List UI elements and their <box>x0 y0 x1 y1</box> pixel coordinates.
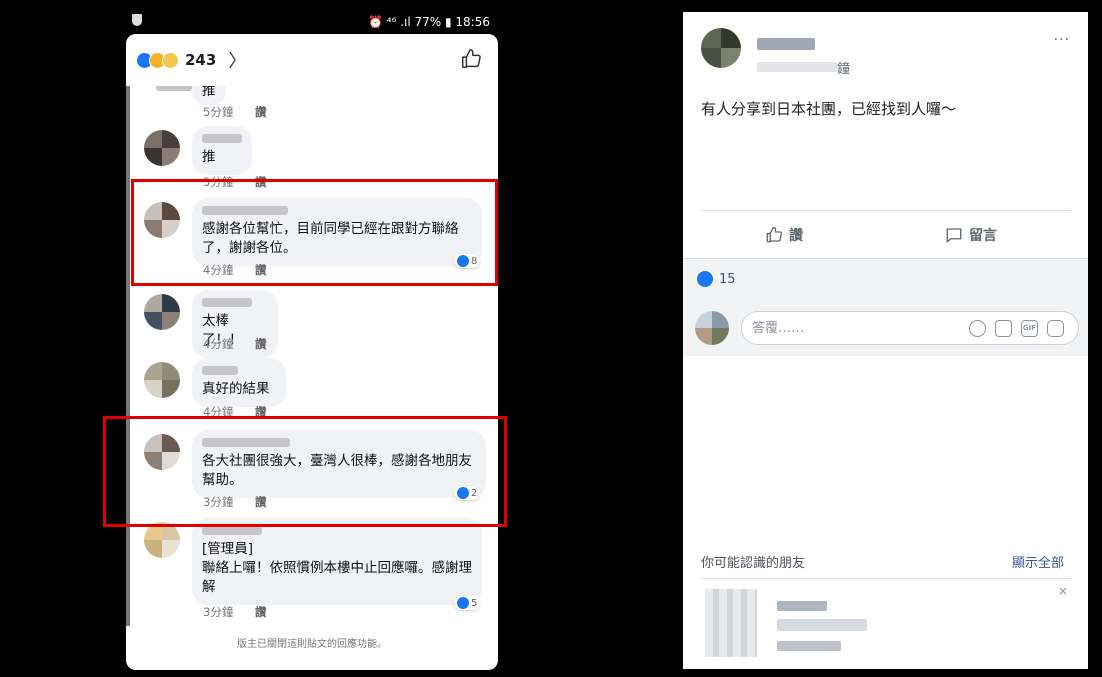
emoji-icon[interactable] <box>969 320 986 337</box>
comment-button-label: 留言 <box>969 228 997 244</box>
post-time-blurred <box>757 62 837 72</box>
commenter-avatar[interactable] <box>144 294 180 330</box>
comment-like-link[interactable]: 讚 <box>255 605 267 619</box>
comment-time: 4分鐘 <box>203 337 234 351</box>
comment-text: 聯絡上囉！依照慣例本樓中止回應囉。感謝理解 <box>202 560 472 595</box>
thumbs-up-icon[interactable] <box>460 48 482 74</box>
like-count-value: 15 <box>719 271 736 287</box>
like-reaction-icon <box>457 597 469 609</box>
comments-area: 15 GIF <box>683 258 1088 356</box>
commenter-avatar[interactable] <box>144 362 180 398</box>
comment-composer: GIF <box>741 311 1079 345</box>
thumbs-up-icon <box>766 226 783 243</box>
commenter-name-blurred[interactable] <box>202 526 262 535</box>
comment-bubble: 真好的結果 <box>192 358 286 407</box>
status-indicators: ⏰ ⁴⁶ .ıl 77% ▮ 18:56 <box>368 15 490 29</box>
post-text: 有人分享到日本社團，已經找到人囉～ <box>701 100 957 118</box>
suggested-friend-info-blurred <box>777 641 841 651</box>
comment-item: 真好的結果 4分鐘 讚 <box>136 358 486 422</box>
comment-meta: 4分鐘 讚 <box>203 336 266 352</box>
reaction-count[interactable]: 243 <box>185 51 216 69</box>
reactions-header[interactable]: 243 〉 <box>126 34 498 86</box>
commenter-avatar[interactable] <box>144 522 180 558</box>
shield-icon <box>132 14 142 26</box>
reaction-count: 5 <box>471 597 478 609</box>
facebook-post: 鐘 ··· 有人分享到日本社團，已經找到人囉～ 讚 留言 15 GIF 你可能認… <box>683 12 1088 669</box>
comment-like-link[interactable]: 讚 <box>255 337 267 351</box>
gif-icon[interactable]: GIF <box>1021 320 1038 337</box>
suggested-friend-card[interactable] <box>701 579 877 669</box>
commenter-name-blurred[interactable] <box>202 134 242 143</box>
more-options-icon[interactable]: ··· <box>1054 32 1070 48</box>
comment-icon <box>946 228 962 243</box>
comment-text: 真好的結果 <box>202 381 270 397</box>
chevron-right-icon[interactable]: 〉 <box>228 47 246 73</box>
comment-button[interactable]: 留言 <box>945 222 997 248</box>
like-button-label: 讚 <box>789 228 803 244</box>
phone-comments-screen: 243 〉 推 5分鐘 讚 推 5分鐘 讚 感謝各位幫忙，目前同學已經在跟對方聯… <box>126 34 498 670</box>
comment-input[interactable] <box>752 318 952 338</box>
comment-meta: 3分鐘 讚 <box>203 604 266 620</box>
post-time[interactable]: 鐘 <box>837 58 850 77</box>
camera-icon[interactable] <box>995 320 1012 337</box>
like-count[interactable]: 15 <box>697 271 736 287</box>
see-all-link[interactable]: 顯示全部 <box>1012 552 1064 571</box>
comment-time: 5分鐘 <box>203 105 234 119</box>
commenter-role: [管理員] <box>202 541 254 557</box>
suggested-friend-info-blurred <box>777 619 867 631</box>
comments-closed-notice: 版主已關閉這則貼文的回應功能。 <box>237 639 387 650</box>
reaction-icons <box>136 51 179 69</box>
people-you-may-know-title: 你可能認識的朋友 <box>701 556 806 571</box>
comment-bubble: [管理員] 聯絡上囉！依照慣例本樓中止回應囉。感謝理解 <box>192 518 482 605</box>
comment-meta: 5分鐘 讚 <box>203 104 266 120</box>
author-name-blurred[interactable] <box>757 38 815 50</box>
current-user-avatar[interactable] <box>695 311 729 345</box>
comment-text: 推 <box>202 149 216 165</box>
comment-item: [管理員] 聯絡上囉！依照慣例本樓中止回應囉。感謝理解 5 3分鐘 讚 <box>136 518 486 622</box>
highlight-box <box>131 179 498 286</box>
comment-item: 太棒了！！ 4分鐘 讚 <box>136 290 486 358</box>
divider <box>701 210 1071 211</box>
highlight-box <box>103 416 507 527</box>
sad-reaction-icon <box>162 51 179 69</box>
close-icon[interactable]: × <box>1058 584 1068 598</box>
comment-time: 3分鐘 <box>203 605 234 619</box>
scrollbar[interactable] <box>126 68 130 626</box>
commenter-avatar[interactable] <box>144 130 180 166</box>
comment-reaction-badge[interactable]: 5 <box>454 596 481 610</box>
author-avatar[interactable] <box>701 28 741 68</box>
comment-like-link[interactable]: 讚 <box>255 105 267 119</box>
comment-bubble: 推 <box>192 126 252 175</box>
commenter-name-blurred[interactable] <box>202 298 252 307</box>
suggested-friend-photo-blurred[interactable] <box>705 589 757 657</box>
phone-status-bar: ⏰ ⁴⁶ .ıl 77% ▮ 18:56 <box>126 10 498 34</box>
commenter-name-blurred[interactable] <box>202 366 238 375</box>
suggested-friend-name-blurred[interactable] <box>777 601 827 611</box>
like-button[interactable]: 讚 <box>765 222 803 248</box>
like-reaction-icon <box>697 271 713 287</box>
sticker-icon[interactable] <box>1047 320 1064 337</box>
